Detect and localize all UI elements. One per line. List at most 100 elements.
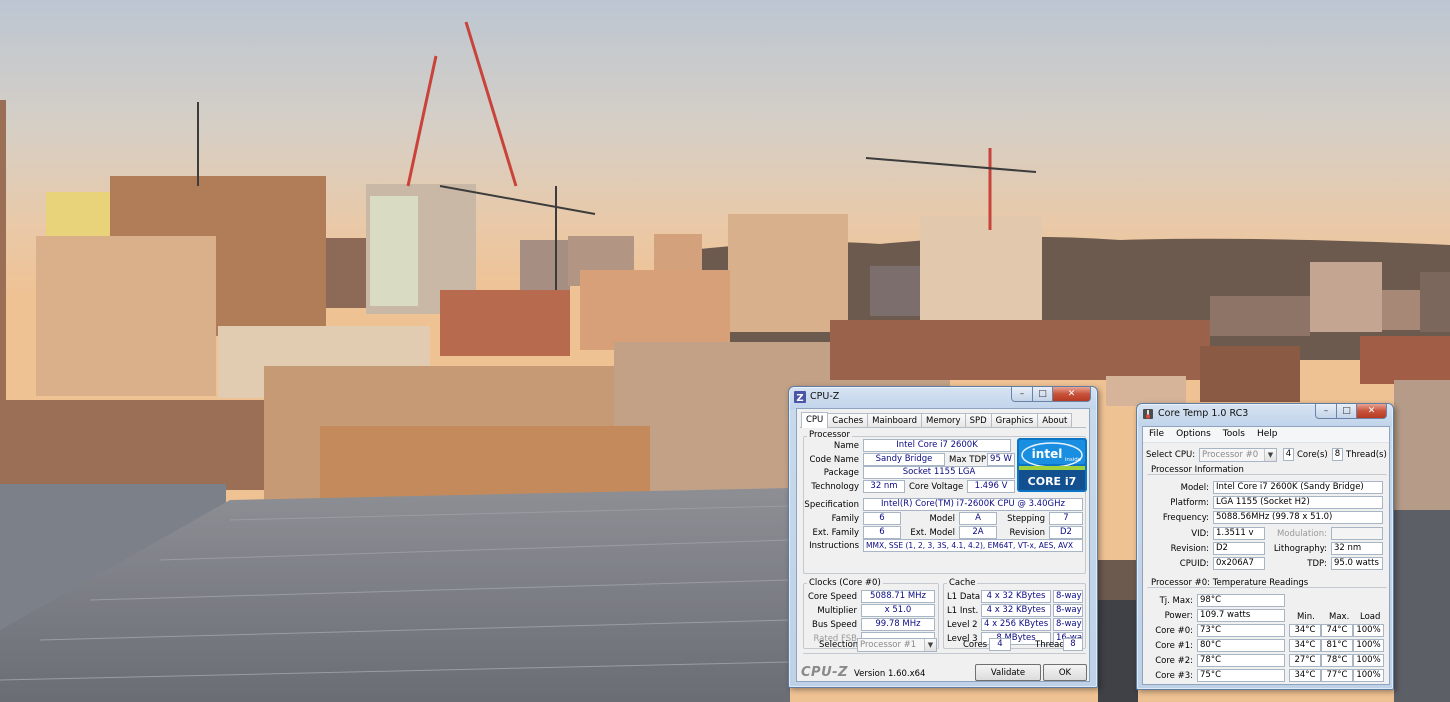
ok-button[interactable]: OK (1043, 664, 1087, 681)
threads-field: 8 (1063, 638, 1083, 651)
core0-label: Core #0: (1155, 626, 1193, 636)
ct-vid-field: 1.3511 v (1213, 527, 1265, 540)
selectcpu-value: Processor #0 (1202, 450, 1259, 460)
menu-tools[interactable]: Tools (1217, 427, 1251, 442)
cpuz-window[interactable]: Z CPU-Z – □ ✕ CPU Caches Mainboard Memor… (788, 386, 1098, 688)
cpuz-brand-logo: CPU-Z (801, 665, 848, 680)
multiplier-field: x 51.0 (861, 604, 935, 617)
maximize-button[interactable]: □ (1033, 387, 1053, 402)
core2-load: 100% (1353, 654, 1384, 667)
chevron-down-icon: ▼ (924, 639, 936, 651)
selection-label: Selection (819, 640, 859, 650)
coretemp-client-area: File Options Tools Help Select CPU: Proc… (1142, 426, 1390, 685)
technology-field: 32 nm (863, 480, 905, 493)
svg-text:Z: Z (796, 393, 803, 403)
tjmax-label: Tj. Max: (1159, 596, 1193, 606)
codename-label: Code Name (809, 455, 859, 465)
corevoltage-field: 1.496 V (967, 480, 1015, 493)
spec-label: Specification (804, 500, 859, 510)
menu-options[interactable]: Options (1170, 427, 1217, 442)
close-icon: ✕ (1367, 406, 1376, 416)
selection-value: Processor #1 (860, 640, 917, 650)
ct-lithography-label: Lithography: (1273, 544, 1327, 554)
name-field: Intel Core i7 2600K (863, 439, 1011, 452)
core3-max: 77°C (1321, 669, 1353, 682)
core0-temp: 73°C (1197, 624, 1285, 637)
minimize-icon: – (1019, 389, 1025, 399)
technology-label: Technology (811, 482, 859, 492)
cache-l2-way: 8-way (1053, 618, 1083, 631)
corevoltage-label: Core Voltage (909, 482, 964, 492)
threads-label: Thread(s) (1346, 450, 1387, 460)
maxtdp-field: 95 W (987, 453, 1015, 466)
core2-max: 78°C (1321, 654, 1353, 667)
ct-tdp-label: TDP: (1307, 559, 1327, 569)
menu-file[interactable]: File (1143, 427, 1170, 442)
cache-group-title: Cache (947, 578, 978, 589)
model-label: Model (929, 514, 955, 524)
ct-cpuid-label: CPUID: (1179, 559, 1209, 569)
core1-temp: 80°C (1197, 639, 1285, 652)
tab-cpu[interactable]: CPU (801, 412, 829, 428)
core2-label: Core #2: (1155, 656, 1193, 666)
package-label: Package (823, 468, 859, 478)
cache-l1d-size: 4 x 32 KBytes (981, 590, 1051, 603)
tab-memory[interactable]: Memory (921, 413, 966, 428)
minimize-button[interactable]: – (1011, 387, 1033, 402)
instructions-label: Instructions (809, 541, 859, 551)
tab-spd[interactable]: SPD (964, 413, 992, 428)
cpuz-app-icon: Z (794, 391, 806, 403)
spec-field: Intel(R) Core(TM) i7-2600K CPU @ 3.40GHz (863, 498, 1083, 511)
name-label: Name (833, 441, 859, 451)
tab-mainboard[interactable]: Mainboard (867, 413, 923, 428)
package-field: Socket 1155 LGA (863, 466, 1015, 479)
busspeed-field: 99.78 MHz (861, 618, 935, 631)
tab-about[interactable]: About (1037, 413, 1073, 428)
close-icon: ✕ (1067, 389, 1076, 399)
cache-l2-label: Level 2 (947, 620, 978, 630)
tab-caches[interactable]: Caches (827, 413, 869, 428)
corespeed-field: 5088.71 MHz (861, 590, 935, 603)
instructions-field: MMX, SSE (1, 2, 3, 3S, 4.1, 4.2), EM64T,… (863, 539, 1083, 552)
cache-l1i-label: L1 Inst. (947, 606, 979, 616)
intel-core-i7-text: CORE i7 (1028, 475, 1077, 488)
stepping-label: Stepping (1007, 514, 1045, 524)
close-button[interactable]: ✕ (1357, 404, 1387, 419)
menu-help[interactable]: Help (1251, 427, 1284, 442)
core2-temp: 78°C (1197, 654, 1285, 667)
extmodel-label: Ext. Model (910, 528, 955, 538)
tab-divider (800, 427, 1086, 428)
extfamily-field: 6 (863, 526, 901, 539)
maximize-button[interactable]: □ (1337, 404, 1357, 419)
selectcpu-label: Select CPU: (1146, 450, 1196, 460)
ct-lithography-field: 32 nm (1331, 542, 1383, 555)
multiplier-label: Multiplier (817, 606, 857, 616)
coretemp-window[interactable]: Core Temp 1.0 RC3 – □ ✕ File Options Too… (1136, 403, 1394, 690)
cache-l1d-label: L1 Data (947, 592, 981, 602)
ct-frequency-label: Frequency: (1162, 513, 1209, 523)
intel-core-i7-logo: intel inside CORE i7 (1017, 438, 1087, 492)
revision-field: D2 (1049, 526, 1083, 539)
minimize-button[interactable]: – (1315, 404, 1337, 419)
coretemp-titlebar[interactable]: Core Temp 1.0 RC3 – □ ✕ (1137, 404, 1393, 424)
select-cpu-dropdown[interactable]: Processor #0 ▼ (1199, 448, 1277, 462)
core3-min: 34°C (1289, 669, 1321, 682)
cores-label: Core(s) (1297, 450, 1328, 460)
coretemp-menubar: File Options Tools Help (1143, 427, 1389, 443)
ct-model-label: Model: (1180, 483, 1209, 493)
core2-min: 27°C (1289, 654, 1321, 667)
core3-load: 100% (1353, 669, 1384, 682)
cpuz-client-area: CPU Caches Mainboard Memory SPD Graphics… (796, 408, 1090, 682)
core-count-field: 4 (1283, 448, 1294, 461)
intel-inside-text: inside (1065, 457, 1082, 463)
cpuz-titlebar[interactable]: Z CPU-Z – □ ✕ (789, 387, 1097, 407)
col-min-header: Min. (1297, 612, 1315, 622)
busspeed-label: Bus Speed (812, 620, 857, 630)
tab-graphics[interactable]: Graphics (990, 413, 1039, 428)
close-button[interactable]: ✕ (1053, 387, 1091, 402)
core1-label: Core #1: (1155, 641, 1193, 651)
processor-selection-dropdown[interactable]: Processor #1 ▼ (857, 638, 937, 652)
ct-frequency-field: 5088.56MHz (99.78 x 51.0) (1213, 511, 1383, 524)
validate-button[interactable]: Validate (975, 664, 1041, 681)
core1-load: 100% (1353, 639, 1384, 652)
